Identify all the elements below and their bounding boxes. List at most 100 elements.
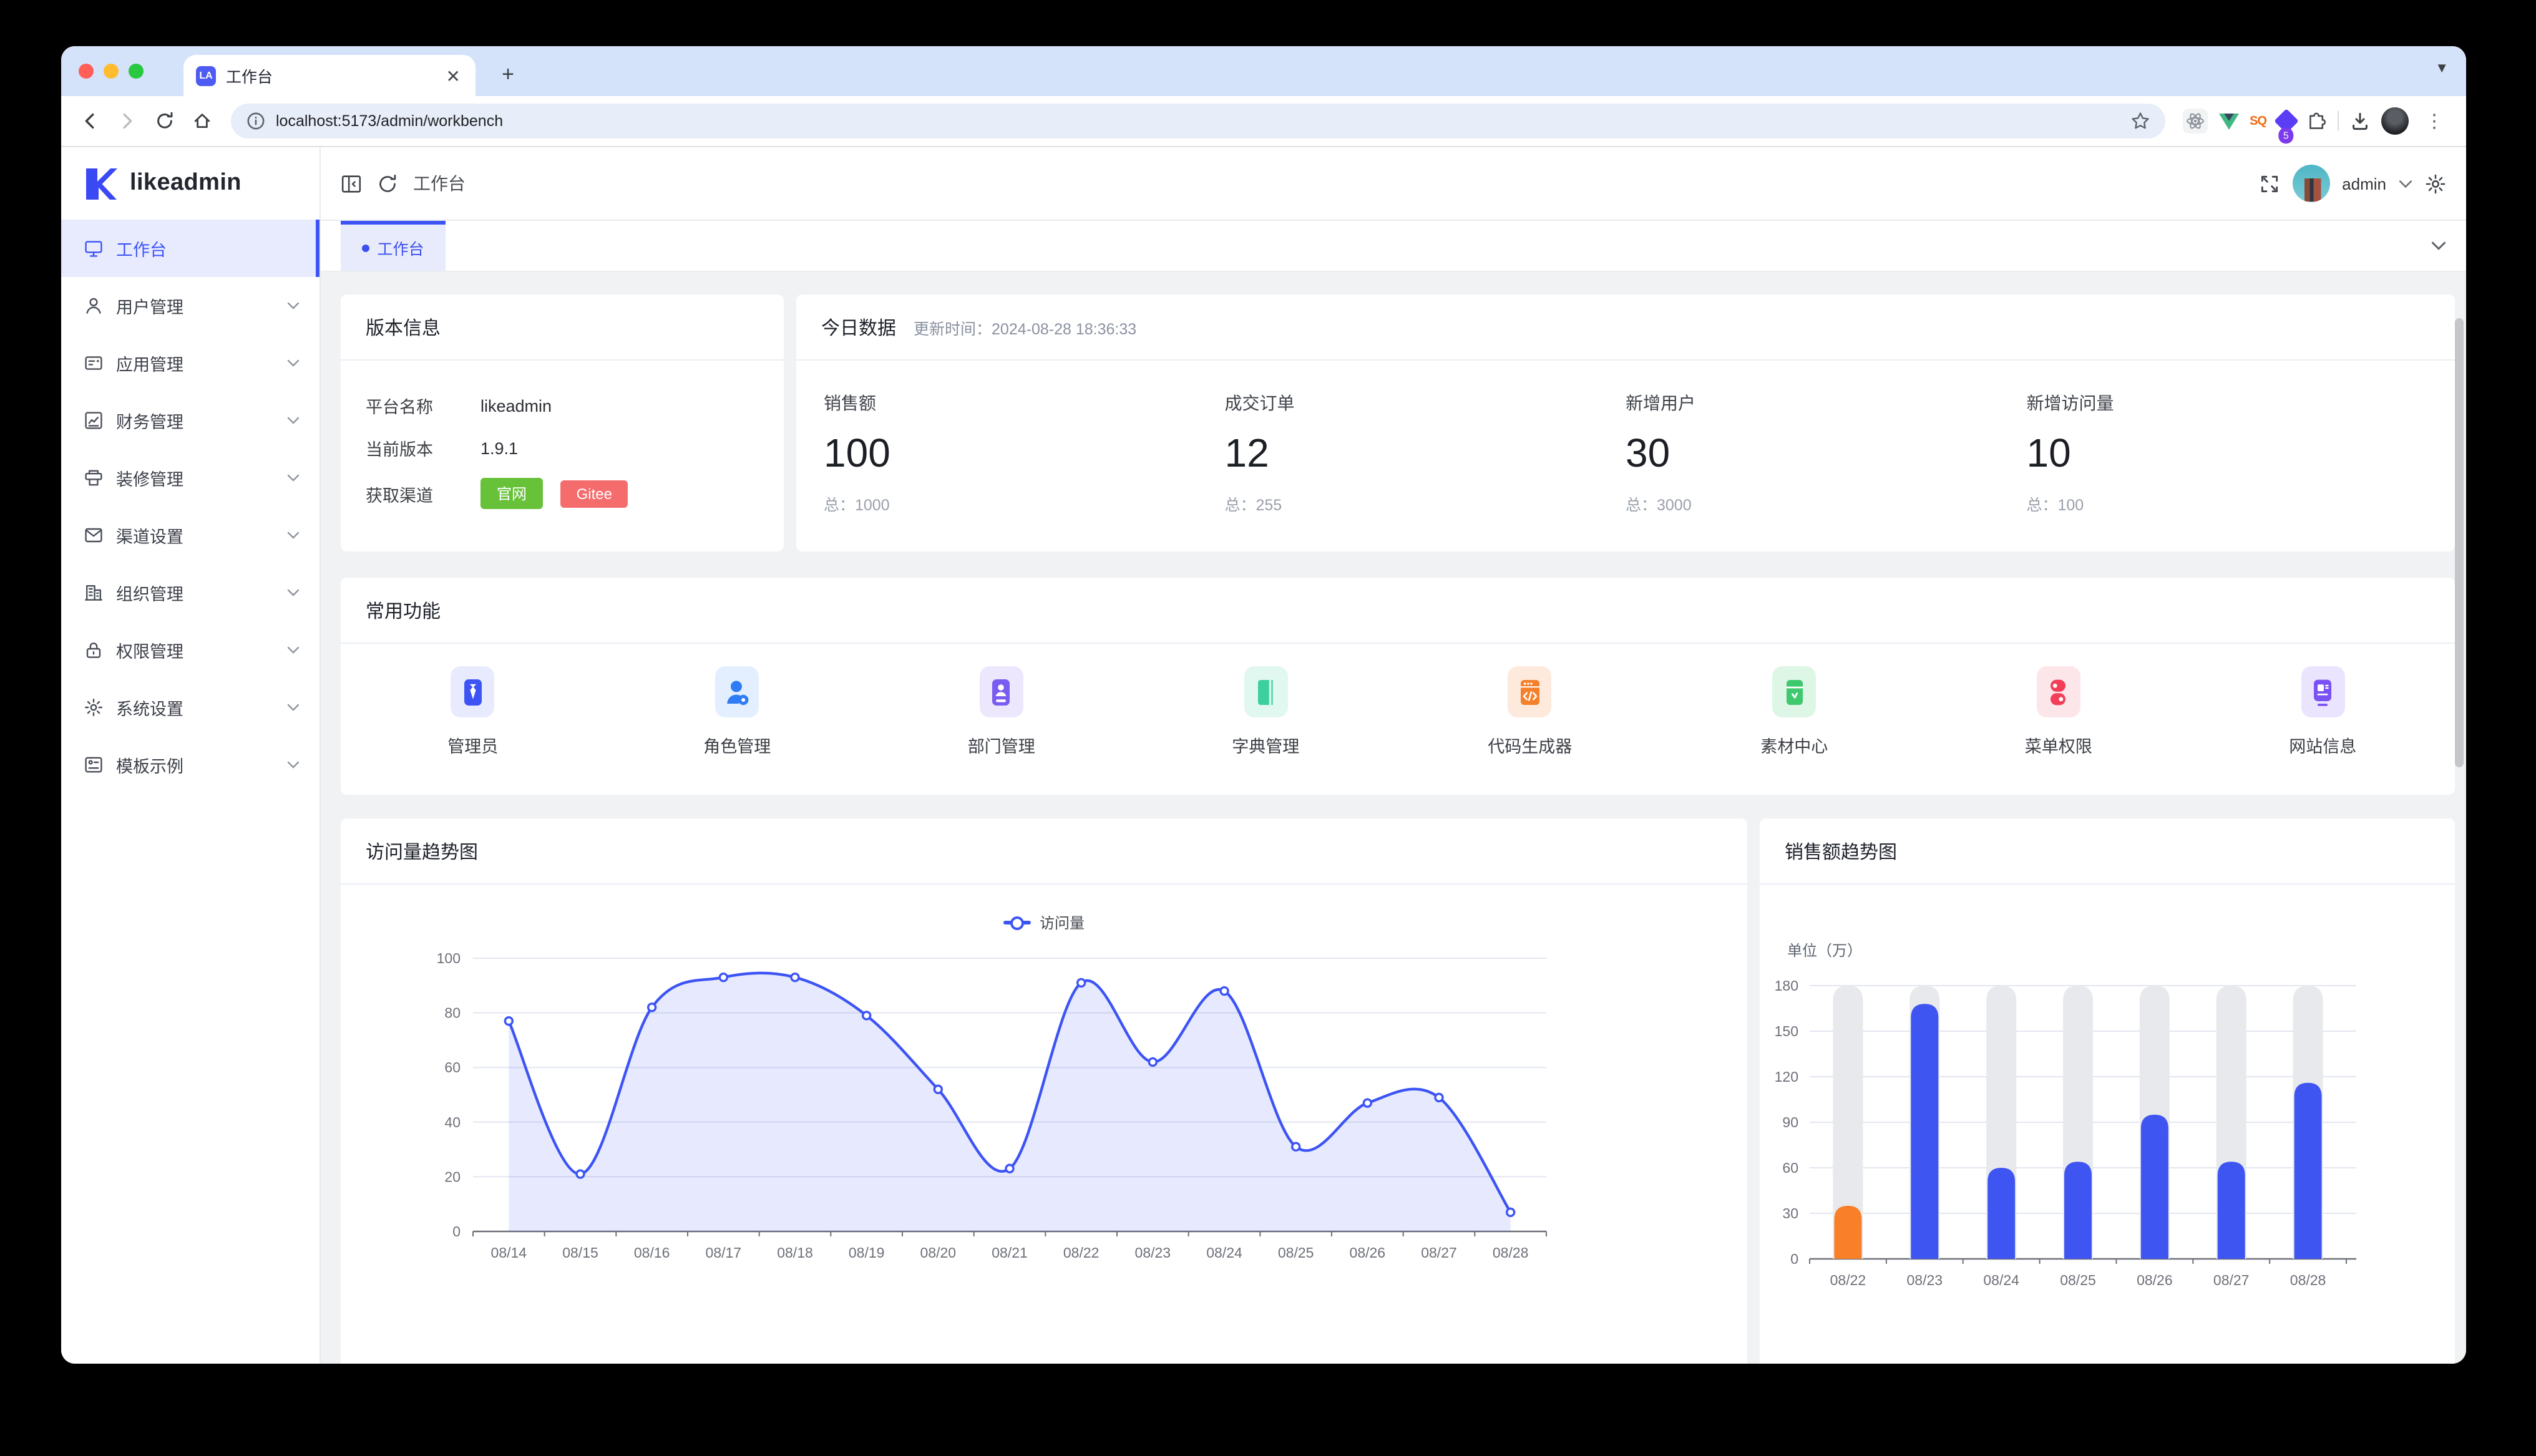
extension-badge: 5 [2278,127,2293,143]
official-site-button[interactable]: 官网 [480,478,543,509]
user-avatar[interactable] [2292,165,2329,202]
svg-text:20: 20 [444,1168,461,1185]
card-title: 版本信息 [366,314,441,340]
svg-text:60: 60 [444,1059,461,1075]
sales-bar-chart: 030609012015018008/2208/2308/2408/2508/2… [1760,968,2405,1318]
browser-tab[interactable]: LA 工作台 ✕ [183,55,476,96]
refresh-icon[interactable] [377,173,398,194]
minimize-window-button[interactable] [104,64,119,79]
sidebar-item-user-management[interactable]: 用户管理 [61,277,319,334]
sidebar-item-finance-management[interactable]: 财务管理 [61,392,319,449]
settings-gear-icon[interactable] [2425,173,2446,194]
svg-text:08/21: 08/21 [992,1245,1028,1261]
svg-text:08/17: 08/17 [706,1245,742,1261]
sidebar-item-workbench[interactable]: 工作台 [61,220,319,277]
feature-role-management[interactable]: 角色管理 [605,666,870,757]
sidebar-item-template-examples[interactable]: 模板示例 [61,736,319,794]
sq-extension-icon[interactable]: SQ [2250,114,2266,128]
chevron-down-icon [287,302,300,309]
role-icon [723,677,751,707]
sidebar-item-label: 模板示例 [116,752,183,777]
card-title: 访问量趋势图 [366,838,478,864]
vue-devtools-icon[interactable] [2218,113,2238,129]
sidebar: likeadmin 工作台 用户管理 应用管理 [61,147,321,1364]
url-text: localhost:5173/admin/workbench [276,112,2130,130]
website-info-icon [2310,677,2335,707]
legend-line-icon [1003,921,1031,925]
likeadmin-logo-icon [84,167,117,200]
visits-trend-card: 访问量趋势图 访问量 02040608010008/1408/1508/1608… [341,818,1747,1364]
material-center-icon [1782,677,1807,707]
feature-dictionary-management[interactable]: 字典管理 [1134,666,1398,757]
svg-text:60: 60 [1782,1160,1798,1176]
close-window-button[interactable] [79,64,94,79]
svg-text:08/28: 08/28 [1493,1245,1529,1261]
brand-area[interactable]: likeadmin [61,147,319,220]
menu-permission-icon [2046,677,2071,707]
svg-text:08/27: 08/27 [2213,1272,2250,1288]
svg-text:08/20: 08/20 [920,1245,957,1261]
feature-admin[interactable]: 管理员 [341,666,605,757]
feature-menu-permission[interactable]: 菜单权限 [1926,666,2191,757]
sidebar-item-label: 装修管理 [116,465,183,490]
svg-text:08/19: 08/19 [849,1245,885,1261]
collapse-sidebar-icon[interactable] [341,173,362,194]
svg-text:120: 120 [1775,1069,1798,1085]
extensions-puzzle-icon[interactable] [2306,111,2326,131]
site-info-icon[interactable] [246,111,266,131]
fullscreen-icon[interactable] [2258,173,2280,194]
envelope-icon [84,525,104,545]
sidebar-item-system-settings[interactable]: 系统设置 [61,679,319,736]
route-tab-workbench[interactable]: 工作台 [341,221,446,271]
gitee-button[interactable]: Gitee [560,480,628,508]
stat-new-users: 新增用户 30 总：3000 [1626,391,2027,515]
feature-department-management[interactable]: 部门管理 [869,666,1134,757]
svg-text:08/24: 08/24 [1983,1272,2019,1288]
downloads-icon[interactable] [2350,111,2370,131]
browser-tab-title: 工作台 [226,64,444,87]
sidebar-menu: 工作台 用户管理 应用管理 [61,220,319,1364]
content-pane: 工作台 admin [321,147,2466,1364]
browser-menu-icon[interactable]: ⋮ [2420,110,2449,132]
address-bar[interactable]: localhost:5173/admin/workbench [231,104,2165,138]
browser-tabstrip: LA 工作台 ✕ + ▼ [61,46,2466,96]
user-menu-chevron-icon[interactable] [2399,179,2412,188]
close-tab-icon[interactable]: ✕ [444,67,463,84]
sidebar-item-permission-management[interactable]: 权限管理 [61,621,319,679]
browser-profile-avatar[interactable] [2381,107,2409,135]
sidebar-item-decoration-management[interactable]: 装修管理 [61,449,319,507]
screenshot-stage: LA 工作台 ✕ + ▼ localhost:5173/admin [0,0,2536,1456]
svg-text:08/16: 08/16 [634,1245,670,1261]
field-label: 平台名称 [366,393,480,418]
forward-icon[interactable] [111,105,144,137]
chart-icon [84,410,104,430]
feature-material-center[interactable]: 素材中心 [1662,666,1927,757]
scrollbar-thumb[interactable] [2455,318,2464,767]
svg-text:08/23: 08/23 [1907,1272,1943,1288]
reload-icon[interactable] [149,105,181,137]
stat-sales: 销售额 100 总：1000 [824,391,1225,515]
svg-text:08/18: 08/18 [777,1245,813,1261]
react-devtools-icon[interactable] [2182,109,2207,133]
page-header: 工作台 admin [321,147,2466,221]
sales-trend-card: 销售额趋势图 单位（万） 030609012015018008/2208/230… [1760,818,2455,1364]
toolbar-separator [2338,111,2339,131]
tab-search-chevron-icon[interactable]: ▼ [2435,61,2449,76]
tabbar-chevron-icon[interactable] [2431,221,2446,271]
line-legend[interactable]: 访问量 [341,912,1747,933]
bookmark-star-icon[interactable] [2130,111,2150,131]
new-tab-button[interactable]: + [493,60,523,90]
sidebar-item-channel-settings[interactable]: 渠道设置 [61,507,319,564]
admin-icon [461,677,485,707]
printer-icon [84,468,104,488]
feature-website-info[interactable]: 网站信息 [2191,666,2456,757]
sidebar-item-app-management[interactable]: 应用管理 [61,334,319,392]
zoom-window-button[interactable] [129,64,144,79]
home-icon[interactable] [186,105,218,137]
sidebar-item-label: 组织管理 [116,580,183,605]
feature-code-generator[interactable]: 代码生成器 [1398,666,1662,757]
back-icon[interactable] [74,105,106,137]
code-generator-icon [1518,677,1543,707]
sidebar-item-organization-management[interactable]: 组织管理 [61,564,319,621]
stack-extension-icon[interactable]: 5 [2274,109,2299,133]
